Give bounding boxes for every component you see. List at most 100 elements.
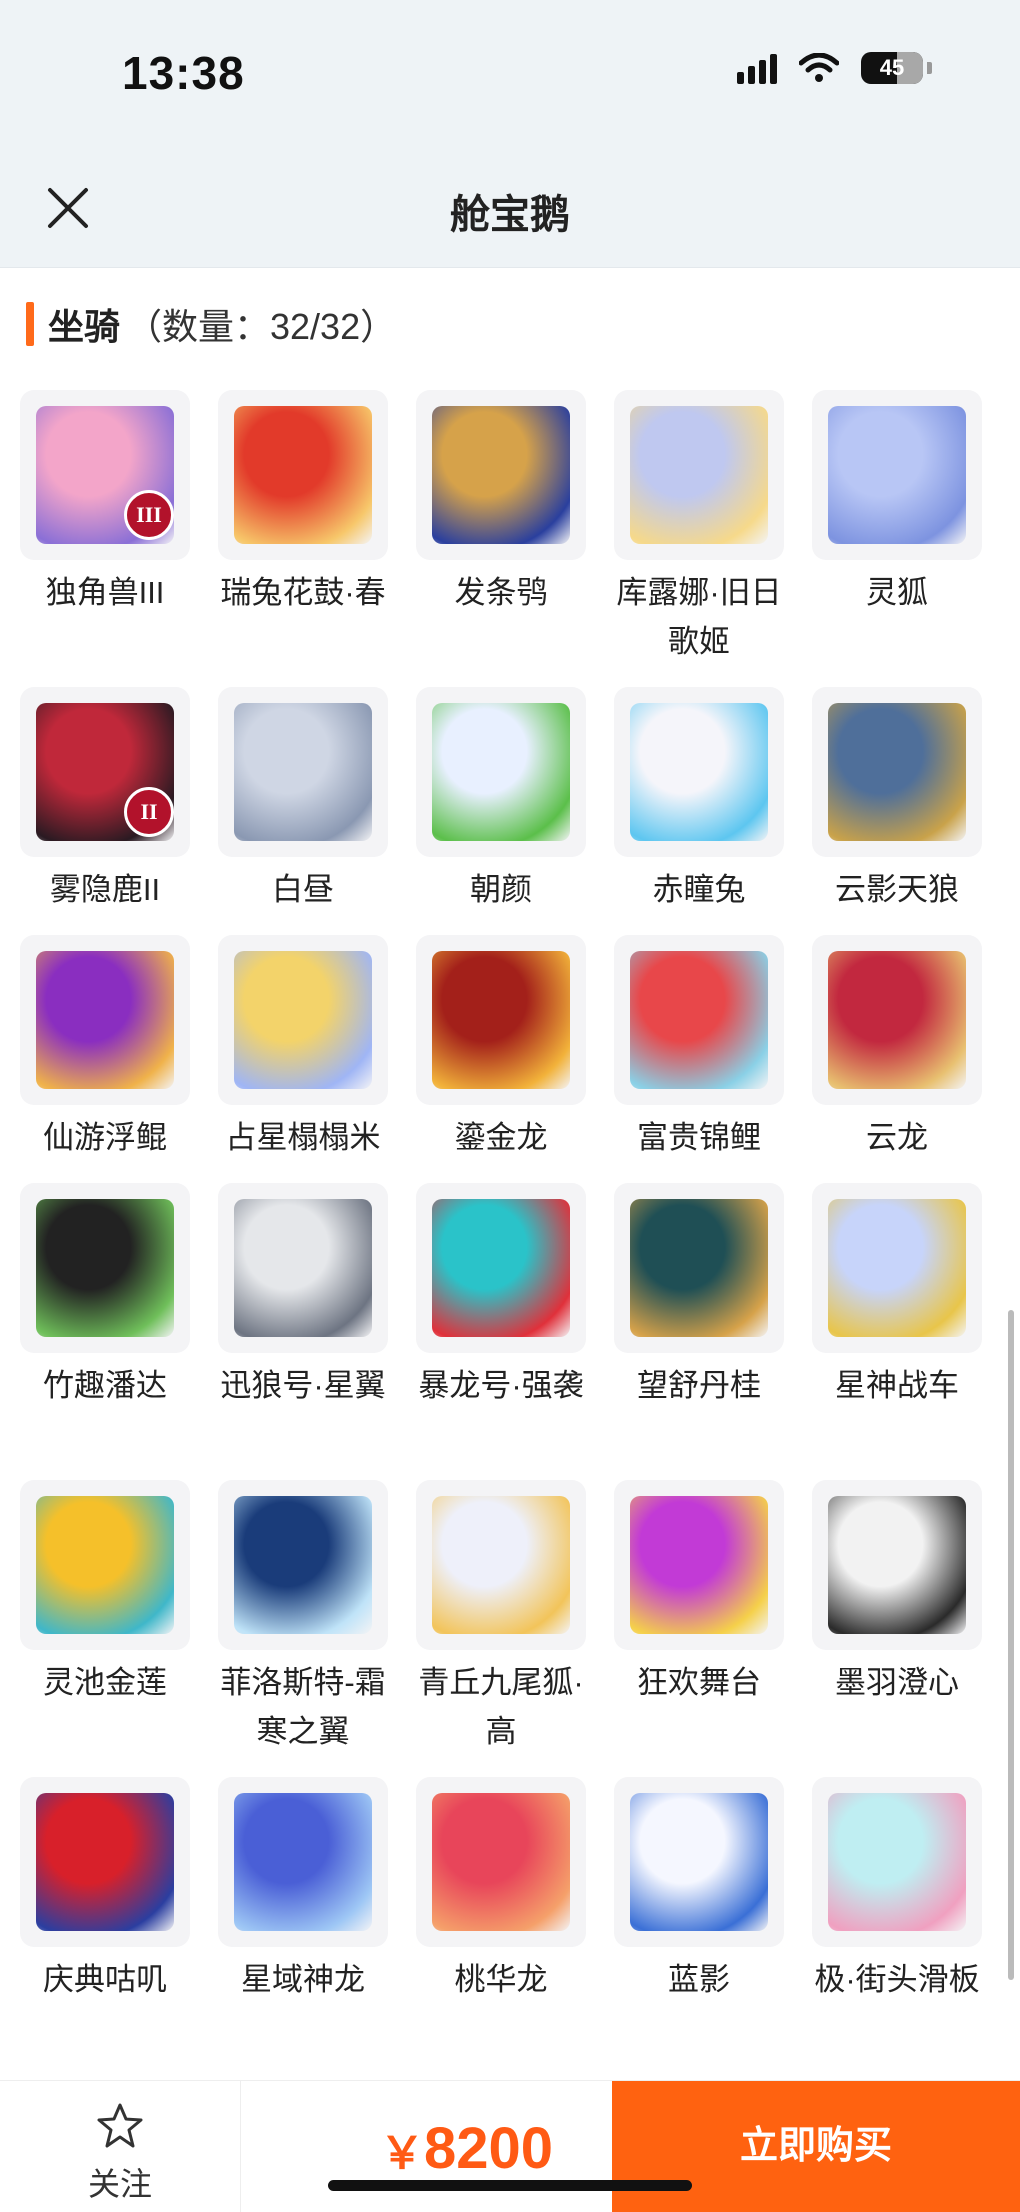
mount-item[interactable]: 星神战车	[807, 1183, 987, 1410]
scrollbar[interactable]	[1008, 1310, 1014, 1980]
mount-name: 狂欢舞台	[637, 1665, 761, 1700]
mount-image	[432, 951, 570, 1089]
mount-item[interactable]: 庆典咕叽	[15, 1777, 195, 2004]
mount-item[interactable]: 狂欢舞台	[609, 1480, 789, 1707]
mount-thumbnail	[20, 1480, 190, 1650]
mount-image	[630, 1793, 768, 1931]
mount-name: 朝颜	[470, 872, 532, 907]
mount-item[interactable]: 富贵锦鲤	[609, 935, 789, 1162]
mount-thumbnail	[416, 1480, 586, 1650]
status-bar: 13:38 45	[0, 0, 1020, 150]
mount-image	[432, 703, 570, 841]
mount-image	[432, 1199, 570, 1337]
mount-item[interactable]: 迅狼号·星翼	[213, 1183, 393, 1410]
mount-name: 库露娜·旧日歌姬	[616, 575, 782, 659]
section-header: 坐骑 （数量：32/32）	[26, 298, 396, 350]
follow-label: 关注	[87, 2166, 152, 2202]
mount-item[interactable]: III 独角兽III	[15, 390, 195, 617]
status-icons: 45	[737, 52, 932, 84]
mount-name: 菲洛斯特-霜寒之翼	[220, 1665, 386, 1749]
mount-thumbnail	[416, 390, 586, 560]
mount-item[interactable]: 仙游浮鲲	[15, 935, 195, 1162]
mount-thumbnail: II	[20, 687, 190, 857]
mount-image	[234, 1496, 372, 1634]
mount-image	[432, 406, 570, 544]
mount-name: 极·街头滑板	[814, 1962, 980, 1997]
mount-item[interactable]: 竹趣潘达	[15, 1183, 195, 1410]
follow-button[interactable]: 关注	[0, 2081, 241, 2212]
mount-thumbnail	[812, 1777, 982, 1947]
mount-image	[234, 951, 372, 1089]
mount-item[interactable]: 鎏金龙	[411, 935, 591, 1162]
mount-thumbnail	[416, 935, 586, 1105]
mount-name: 暴龙号·强袭	[418, 1368, 584, 1403]
mount-name: 灵狐	[866, 575, 928, 610]
mount-thumbnail	[614, 687, 784, 857]
mount-item[interactable]: 白昼	[213, 687, 393, 914]
mount-image	[36, 951, 174, 1089]
mount-item[interactable]: 菲洛斯特-霜寒之翼	[213, 1480, 393, 1756]
mount-name: 发条鸮	[454, 575, 548, 610]
mount-item[interactable]: 占星榻榻米	[213, 935, 393, 1162]
mount-item[interactable]: 星域神龙	[213, 1777, 393, 2004]
battery-level: 45	[879, 55, 905, 80]
mount-item[interactable]: 云龙	[807, 935, 987, 1162]
mount-name: 赤瞳兔	[652, 872, 746, 907]
mount-name: 青丘九尾狐·高	[418, 1665, 584, 1749]
mount-item[interactable]: 桃华龙	[411, 1777, 591, 2004]
mount-thumbnail	[20, 1777, 190, 1947]
mount-thumbnail	[218, 687, 388, 857]
mount-item[interactable]: II 雾隐鹿II	[15, 687, 195, 914]
mount-item[interactable]: 库露娜·旧日歌姬	[609, 390, 789, 666]
mount-name: 云龙	[866, 1120, 928, 1155]
mount-name: 独角兽III	[45, 575, 165, 610]
buy-now-button[interactable]: 立即购买	[612, 2081, 1020, 2212]
mount-item[interactable]: 望舒丹桂	[609, 1183, 789, 1410]
mount-item[interactable]: 瑞兔花鼓·春	[213, 390, 393, 617]
mount-image	[828, 1793, 966, 1931]
mount-image	[234, 703, 372, 841]
mount-name: 竹趣潘达	[43, 1368, 167, 1403]
mount-thumbnail	[218, 1480, 388, 1650]
mount-name: 瑞兔花鼓·春	[220, 575, 386, 610]
cellular-signal-icon	[737, 52, 777, 84]
mount-thumbnail: III	[20, 390, 190, 560]
mount-thumbnail	[218, 1777, 388, 1947]
mount-name: 白昼	[272, 872, 334, 907]
mount-image	[36, 1496, 174, 1634]
mount-item[interactable]: 灵池金莲	[15, 1480, 195, 1707]
mount-thumbnail	[20, 935, 190, 1105]
mount-name: 庆典咕叽	[43, 1962, 167, 1997]
mount-name: 蓝影	[668, 1962, 730, 1997]
price-amount: 8200	[424, 2116, 554, 2181]
mount-thumbnail	[614, 1480, 784, 1650]
mount-thumbnail	[416, 687, 586, 857]
mount-image	[630, 406, 768, 544]
mount-thumbnail	[614, 935, 784, 1105]
mount-item[interactable]: 云影天狼	[807, 687, 987, 914]
mount-thumbnail	[812, 390, 982, 560]
mount-item[interactable]: 暴龙号·强袭	[411, 1183, 591, 1410]
mount-item[interactable]: 发条鸮	[411, 390, 591, 617]
battery-icon: 45	[861, 52, 923, 84]
mount-item[interactable]: 墨羽澄心	[807, 1480, 987, 1707]
mount-name: 雾隐鹿II	[49, 872, 161, 907]
mount-item[interactable]: 赤瞳兔	[609, 687, 789, 914]
mount-item[interactable]: 青丘九尾狐·高	[411, 1480, 591, 1756]
nav-header: 舱宝鹅	[0, 150, 1020, 268]
mount-item[interactable]: 极·街头滑板	[807, 1777, 987, 2004]
status-time: 13:38	[122, 47, 245, 99]
mount-item[interactable]: 朝颜	[411, 687, 591, 914]
mount-item[interactable]: 灵狐	[807, 390, 987, 617]
price-currency: ￥	[380, 2129, 424, 2178]
mount-name: 星域神龙	[241, 1962, 365, 1997]
battery-tip	[927, 62, 932, 74]
mount-image	[828, 406, 966, 544]
mount-item[interactable]: 蓝影	[609, 1777, 789, 2004]
star-icon	[97, 2103, 143, 2148]
mount-thumbnail	[20, 1183, 190, 1353]
mount-thumbnail	[416, 1777, 586, 1947]
mount-image	[234, 406, 372, 544]
mount-thumbnail	[614, 390, 784, 560]
mount-image	[630, 703, 768, 841]
